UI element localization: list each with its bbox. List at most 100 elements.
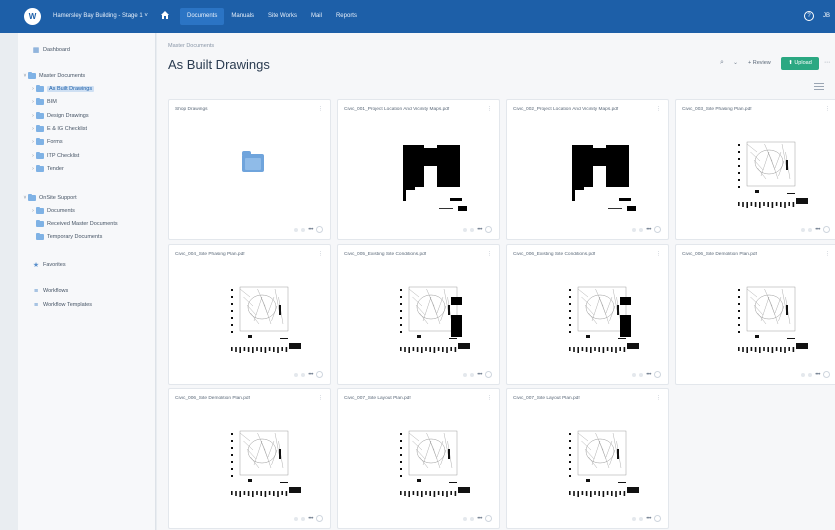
help-icon[interactable]: ?	[804, 11, 814, 21]
main-nav: Documents Manuals Site Works Mail Report…	[180, 8, 364, 25]
card-menu-icon[interactable]: ⋮	[825, 106, 830, 112]
more-icon[interactable]: •••	[477, 372, 482, 378]
card-actions: •••	[463, 226, 492, 233]
review-button[interactable]: + Review	[745, 57, 774, 69]
card-menu-icon[interactable]: ⋮	[318, 106, 323, 112]
select-checkbox[interactable]	[823, 226, 830, 233]
card-actions: •••	[632, 515, 661, 522]
file-card[interactable]: Civic_001_Project Location And Vicinity …	[337, 99, 500, 240]
card-actions: •••	[294, 371, 323, 378]
sidebar-item-favorites[interactable]: ★ Favorites	[32, 260, 66, 270]
card-menu-icon[interactable]: ⋮	[656, 395, 661, 401]
file-card[interactable]: Civic_006_Site Demolition Plan.pdf ⋮ •••	[675, 244, 835, 385]
card-menu-icon[interactable]: ⋮	[318, 251, 323, 257]
select-checkbox[interactable]	[316, 226, 323, 233]
select-checkbox[interactable]	[823, 371, 830, 378]
nav-reports[interactable]: Reports	[329, 8, 364, 25]
file-card[interactable]: Shop Drawings ⋮ •••	[168, 99, 331, 240]
pdf-thumbnail	[569, 286, 639, 353]
nav-mail[interactable]: Mail	[304, 8, 329, 25]
select-checkbox[interactable]	[654, 226, 661, 233]
sidebar-item-as-built-drawings[interactable]: › As Built Drawings	[30, 84, 95, 94]
file-card[interactable]: Civic_007_Site Layout Plan.pdf ⋮ •••	[337, 388, 500, 529]
more-icon[interactable]: •••	[477, 227, 482, 233]
breadcrumb[interactable]: Master Documents	[168, 43, 214, 49]
card-actions: •••	[463, 371, 492, 378]
file-card[interactable]: Civic_005_Existing Site Conditions.pdf ⋮…	[337, 244, 500, 385]
more-icon[interactable]: •••	[308, 372, 313, 378]
star-icon: ★	[32, 262, 40, 269]
card-actions: •••	[294, 515, 323, 522]
select-checkbox[interactable]	[485, 226, 492, 233]
folder-icon	[36, 85, 44, 92]
select-checkbox[interactable]	[316, 371, 323, 378]
pdf-thumbnail	[572, 145, 636, 211]
card-menu-icon[interactable]: ⋮	[825, 251, 830, 257]
select-checkbox[interactable]	[654, 515, 661, 522]
card-menu-icon[interactable]: ⋮	[487, 395, 492, 401]
sidebar-item-eig-checklist[interactable]: › E & IG Checklist	[30, 124, 87, 134]
file-card[interactable]: Civic_006_Site Demolition Plan.pdf ⋮ •••	[168, 388, 331, 529]
sidebar-item-onsite-support[interactable]: ˅ OnSite Support	[22, 193, 77, 203]
list-view-icon[interactable]	[814, 83, 824, 91]
file-card[interactable]: Civic_004_Site Phasing Plan.pdf ⋮ •••	[168, 244, 331, 385]
card-menu-icon[interactable]: ⋮	[656, 251, 661, 257]
pdf-thumbnail	[400, 286, 470, 353]
select-checkbox[interactable]	[485, 515, 492, 522]
select-checkbox[interactable]	[316, 515, 323, 522]
user-avatar[interactable]: JB	[823, 13, 830, 19]
more-options-icon[interactable]: ⋯	[824, 59, 830, 66]
sidebar-item-forms[interactable]: › Forms	[30, 137, 63, 147]
sidebar-item-temporary-documents[interactable]: Temporary Documents	[36, 232, 102, 242]
more-icon[interactable]: •••	[477, 516, 482, 522]
file-card[interactable]: Civic_007_Site Layout Plan.pdf ⋮ •••	[506, 388, 669, 529]
more-icon[interactable]: •••	[815, 227, 820, 233]
card-actions: •••	[463, 515, 492, 522]
filter-icon[interactable]: ⌄	[733, 59, 738, 66]
more-icon[interactable]: •••	[646, 227, 651, 233]
pdf-thumbnail	[400, 430, 470, 497]
more-icon[interactable]: •••	[646, 372, 651, 378]
sidebar-item-tender[interactable]: › Tender	[30, 164, 64, 174]
home-icon[interactable]	[160, 10, 170, 20]
nav-documents[interactable]: Documents	[180, 8, 225, 25]
file-card[interactable]: Civic_006_Existing Site Conditions.pdf ⋮…	[506, 244, 669, 385]
sidebar-item-bim[interactable]: › BIM	[30, 97, 57, 107]
card-menu-icon[interactable]: ⋮	[318, 395, 323, 401]
workflow-template-icon: ≡	[33, 301, 39, 309]
folder-icon	[242, 151, 264, 172]
more-icon[interactable]: •••	[646, 516, 651, 522]
card-menu-icon[interactable]: ⋮	[487, 251, 492, 257]
card-actions: •••	[632, 371, 661, 378]
sidebar-item-workflow-templates[interactable]: ≡ Workflow Templates	[32, 300, 92, 310]
card-menu-icon[interactable]: ⋮	[656, 106, 661, 112]
dashboard-icon: ▦	[32, 47, 40, 54]
more-icon[interactable]: •••	[308, 516, 313, 522]
folder-icon	[36, 165, 44, 172]
folder-icon	[28, 72, 36, 79]
sidebar-item-documents[interactable]: › Documents	[30, 206, 75, 216]
app-logo[interactable]: W	[24, 8, 41, 25]
sidebar-item-master-documents[interactable]: ˅ Master Documents	[22, 71, 85, 81]
sidebar-item-dashboard[interactable]: ▦ Dashboard	[32, 45, 70, 55]
folder-icon	[36, 220, 44, 227]
upload-button[interactable]: ⬆ Upload	[781, 57, 819, 70]
sidebar-item-workflows[interactable]: ≡ Workflows	[32, 286, 68, 296]
nav-site-works[interactable]: Site Works	[261, 8, 304, 25]
sidebar-item-received-master-documents[interactable]: Received Master Documents	[36, 219, 118, 229]
folder-icon	[36, 152, 44, 159]
more-icon[interactable]: •••	[815, 372, 820, 378]
card-menu-icon[interactable]: ⋮	[487, 106, 492, 112]
sidebar-item-itp-checklist[interactable]: › ITP Checklist	[30, 151, 79, 161]
select-checkbox[interactable]	[654, 371, 661, 378]
file-card[interactable]: Civic_003_Site Phasing Plan.pdf ⋮ •••	[675, 99, 835, 240]
select-checkbox[interactable]	[485, 371, 492, 378]
main-content: Master Documents As Built Drawings ⌕ ⌄ +…	[157, 33, 835, 530]
folder-icon	[28, 194, 36, 201]
project-selector[interactable]: Hamersley Bay Building - Stage 1 ˅	[53, 13, 148, 19]
search-icon[interactable]: ⌕	[720, 59, 724, 67]
more-icon[interactable]: •••	[308, 227, 313, 233]
sidebar-item-design-drawings[interactable]: › Design Drawings	[30, 111, 89, 121]
nav-manuals[interactable]: Manuals	[224, 8, 261, 25]
file-card[interactable]: Civic_002_Project Location And Vicinity …	[506, 99, 669, 240]
